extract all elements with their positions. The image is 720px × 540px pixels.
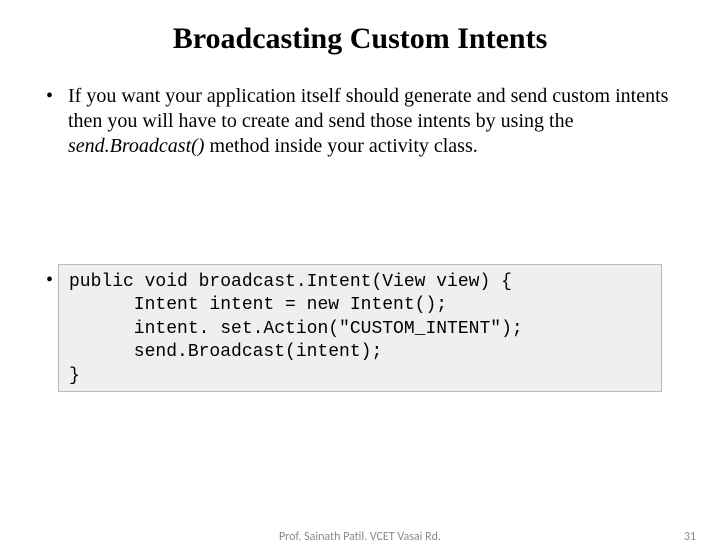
code-line-5: } [69, 366, 80, 386]
slide: Broadcasting Custom Intents If you want … [0, 22, 720, 540]
page-title: Broadcasting Custom Intents [0, 22, 720, 56]
body: If you want your application itself shou… [0, 84, 720, 159]
code-block: public void broadcast.Intent(View view) … [58, 264, 662, 392]
bullet-1: If you want your application itself shou… [40, 84, 680, 159]
bullet-1-text-italic: send.Broadcast() [68, 135, 204, 157]
page-number: 31 [684, 530, 696, 540]
code-line-3: intent. set.Action("CUSTOM_INTENT"); [69, 319, 523, 339]
bullet-1-text-pre: If you want your application itself shou… [68, 85, 668, 132]
footer-credit: Prof. Sainath Patil, VCET Vasai Rd. [0, 530, 720, 540]
code-line-4: send.Broadcast(intent); [69, 342, 382, 362]
code-line-2: Intent intent = new Intent(); [69, 295, 447, 315]
code-line-1: public void broadcast.Intent(View view) … [69, 272, 512, 292]
bullet-1-text-post: method inside your activity class. [204, 135, 477, 157]
